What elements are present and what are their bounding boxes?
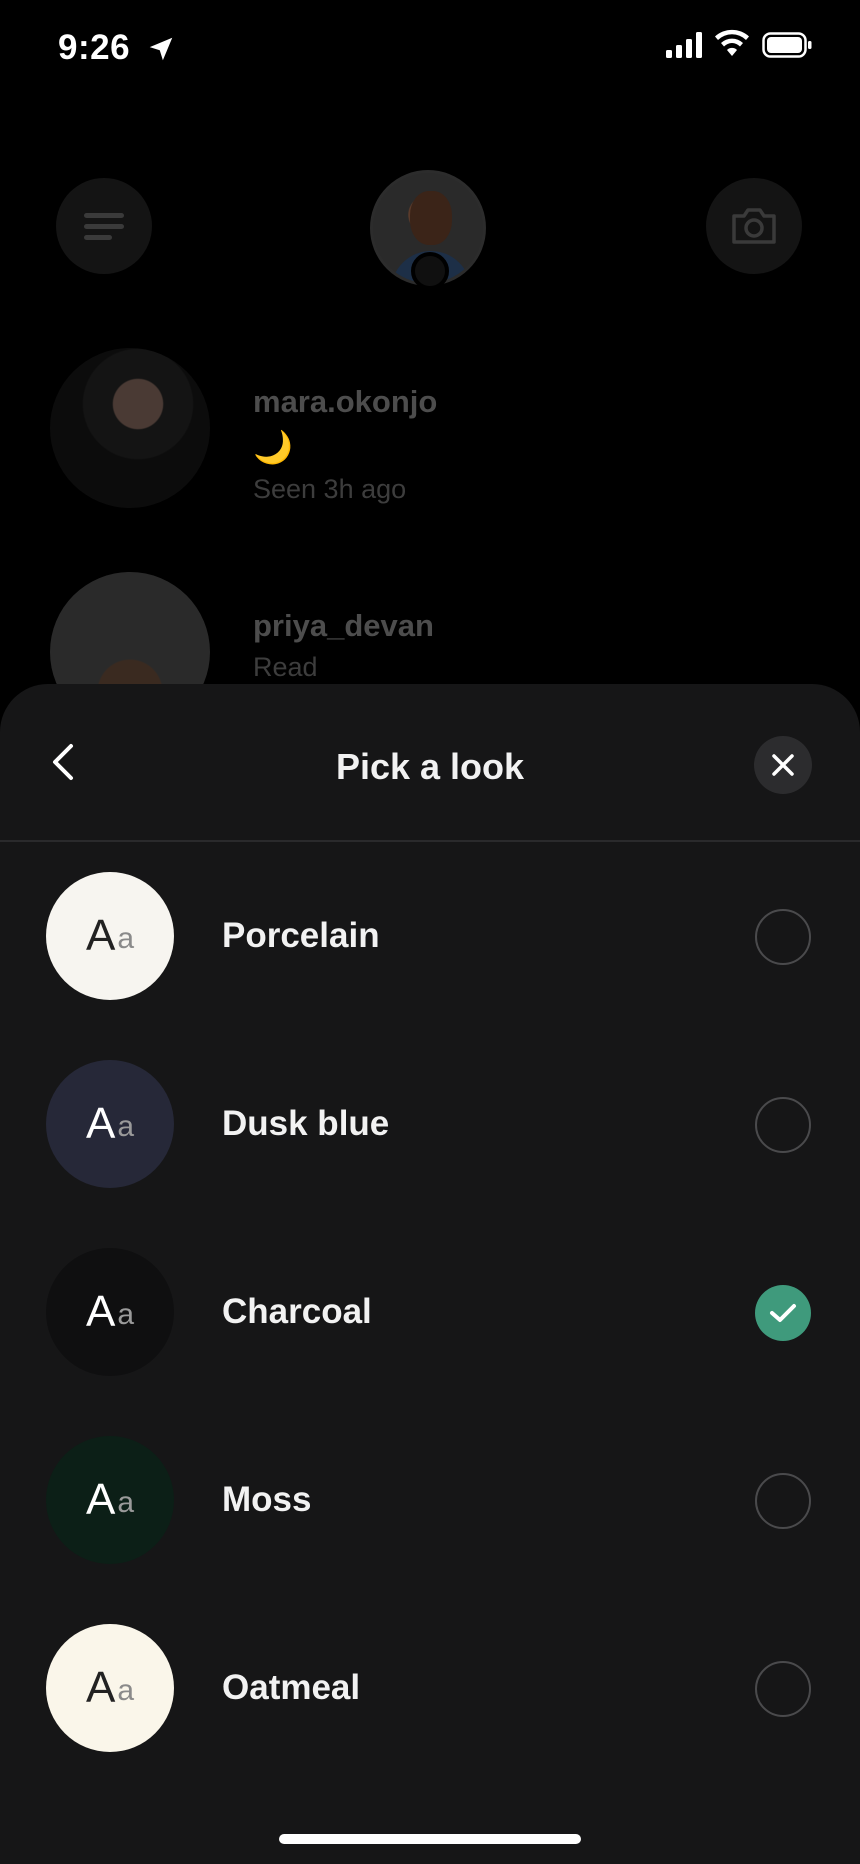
swatch-charcoal: Aa [46, 1248, 174, 1376]
look-option-label: Oatmeal [222, 1668, 361, 1707]
radio-button[interactable] [755, 1661, 811, 1717]
chat-list-background: mara.okonjo 🌙 Seen 3h ago priya_devan Re… [0, 100, 860, 732]
look-option-oatmeal[interactable]: Aa Oatmeal [0, 1594, 860, 1782]
look-option-label: Moss [222, 1480, 312, 1519]
look-option-charcoal[interactable]: Aa Charcoal [0, 1218, 860, 1406]
swatch-letter-upper: A [85, 1287, 116, 1336]
swatch-letter-lower: a [117, 1674, 135, 1707]
battery-icon [762, 32, 812, 58]
cellular-signal-icon [666, 32, 702, 58]
avatar [50, 348, 210, 508]
radio-button[interactable] [755, 1473, 811, 1529]
checkmark-icon [770, 1304, 796, 1322]
look-option-moss[interactable]: Aa Moss [0, 1406, 860, 1594]
wifi-icon [715, 29, 749, 56]
swatch-letter-lower: a [117, 1298, 135, 1331]
look-option-porcelain[interactable]: Aa Porcelain [0, 842, 860, 1030]
swatch-dusk-blue: Aa [46, 1060, 174, 1188]
swatch-moss: Aa [46, 1436, 174, 1564]
status-bar: 9:26 [0, 0, 860, 100]
swatch-letter-upper: A [85, 1475, 116, 1524]
profile-status-dot [411, 252, 449, 290]
chat-name: priya_devan [253, 608, 434, 643]
look-option-label: Charcoal [222, 1292, 372, 1331]
chat-status: Read [253, 652, 318, 682]
swatch-letter-lower: a [117, 1110, 135, 1143]
camera-icon [732, 208, 776, 244]
pick-look-sheet: Pick a look Aa Porcelain Aa Dusk blue A … [0, 684, 860, 1864]
chat-status: Seen 3h ago [253, 474, 407, 504]
screen: 9:26 mara.okonjo 🌙 Seen 3h ago priya_dev… [0, 0, 860, 1864]
look-option-label: Porcelain [222, 916, 380, 955]
chat-name: mara.okonjo [253, 384, 438, 419]
look-option-label: Dusk blue [222, 1104, 390, 1143]
menu-icon [84, 207, 124, 246]
camera-button[interactable] [706, 178, 802, 274]
radio-button[interactable] [755, 1097, 811, 1153]
list-item[interactable]: mara.okonjo 🌙 Seen 3h ago [50, 348, 810, 518]
swatch-letter-lower: a [117, 922, 135, 955]
status-time: 9:26 [58, 28, 131, 67]
sheet-title: Pick a look [335, 746, 525, 787]
radio-button[interactable] [755, 909, 811, 965]
close-button[interactable] [754, 736, 812, 794]
sheet-header: Pick a look [0, 684, 860, 842]
swatch-porcelain: Aa [46, 872, 174, 1000]
swatch-letter-upper: A [85, 911, 116, 960]
chat-emoji: 🌙 [253, 429, 293, 465]
radio-button[interactable] [755, 1285, 811, 1341]
home-indicator [279, 1834, 581, 1844]
swatch-oatmeal: Aa [46, 1624, 174, 1752]
swatch-letter-upper: A [85, 1663, 116, 1712]
menu-button[interactable] [56, 178, 152, 274]
look-option-dusk-blue[interactable]: Aa Dusk blue [0, 1030, 860, 1218]
close-icon [772, 754, 794, 776]
location-arrow-icon [149, 37, 173, 61]
swatch-letter-upper: A [85, 1099, 116, 1148]
swatch-letter-lower: a [117, 1486, 135, 1519]
